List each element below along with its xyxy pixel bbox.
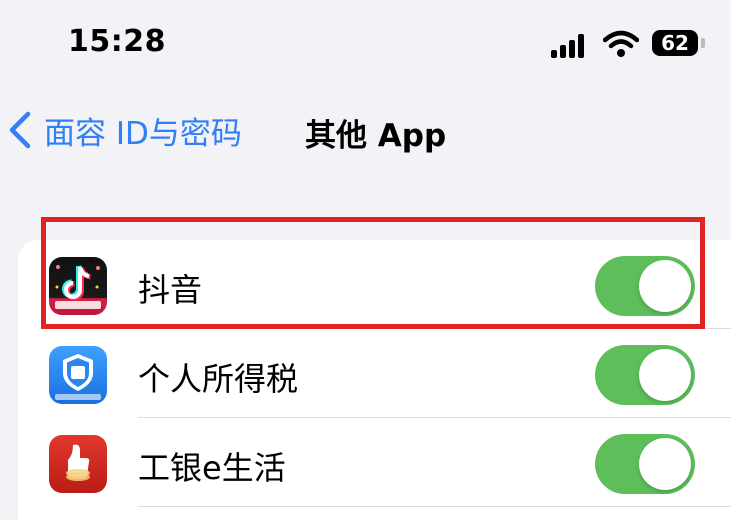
chevron-left-icon	[9, 111, 31, 149]
list-item-icbc-e-life: 工银e生活	[18, 418, 731, 507]
page-title: 其他 App	[305, 118, 447, 154]
list-item-douyin: 抖音	[18, 240, 731, 329]
navigation-bar: 面容 ID与密码 其他 App	[0, 96, 731, 166]
personal-income-tax-face-id-toggle[interactable]	[595, 345, 695, 405]
toggle-knob	[639, 260, 691, 312]
app-name: 工银e生活	[138, 449, 286, 487]
personal-income-tax-app-icon[interactable]	[49, 346, 107, 404]
toggle-knob	[639, 349, 691, 401]
back-button[interactable]: 面容 ID与密码	[6, 108, 242, 152]
back-button-label: 面容 ID与密码	[44, 115, 242, 152]
douyin-app-icon[interactable]	[49, 257, 107, 315]
other-apps-list: 抖音 个人所得税 工银e生活	[18, 240, 731, 520]
icbc-e-life-app-icon[interactable]	[49, 435, 107, 493]
icbc-e-life-face-id-toggle[interactable]	[595, 434, 695, 494]
status-time: 15:28	[68, 24, 166, 59]
app-name: 抖音	[138, 271, 203, 309]
status-bar: 15:28 62	[0, 0, 731, 90]
cellular-signal-icon	[551, 32, 591, 58]
douyin-face-id-toggle[interactable]	[595, 256, 695, 316]
row-divider	[138, 506, 731, 507]
toggle-knob	[639, 438, 691, 490]
wifi-icon	[603, 30, 639, 57]
battery-icon: 62	[652, 30, 698, 56]
app-name: 个人所得税	[138, 360, 299, 398]
battery-tip	[701, 38, 705, 48]
list-item-personal-income-tax: 个人所得税	[18, 329, 731, 418]
